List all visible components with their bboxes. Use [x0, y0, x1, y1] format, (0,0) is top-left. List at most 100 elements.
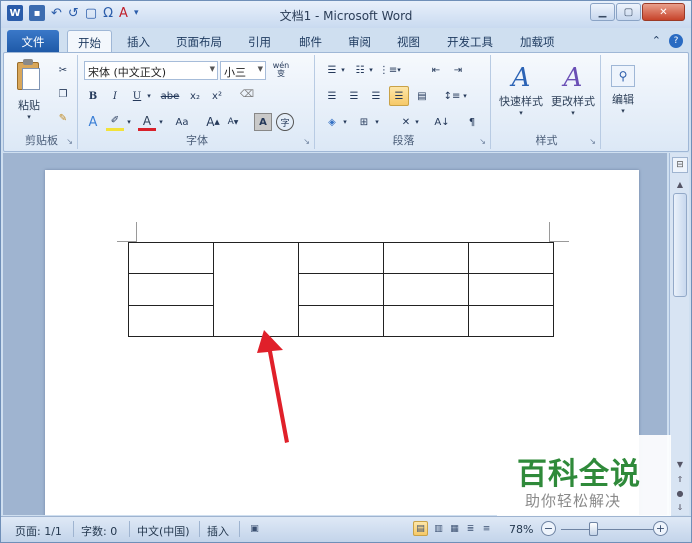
tab-home[interactable]: 开始 [67, 30, 112, 52]
highlight-icon[interactable]: ✐ [106, 113, 124, 131]
tab-page-layout[interactable]: 页面布局 [166, 30, 232, 52]
editing-button[interactable]: ⚲ 编辑 ▾ [607, 57, 639, 123]
clipboard-launcher-icon[interactable]: ↘ [66, 137, 73, 146]
tab-developer[interactable]: 开发工具 [437, 30, 503, 52]
status-words[interactable]: 字数: 0 [81, 523, 117, 539]
scroll-thumb[interactable] [673, 193, 687, 297]
grow-font-button[interactable]: A ▲ [204, 113, 222, 131]
macro-record-icon[interactable]: ▣ [247, 521, 262, 536]
font-name-value: 宋体 (中文正文) [88, 66, 167, 79]
previous-page-icon[interactable]: ⇑ [673, 473, 687, 485]
line-spacing-dropdown-icon[interactable]: ▾ [461, 87, 469, 105]
justify-icon[interactable]: ☰ [389, 86, 409, 106]
bullets-dropdown-icon[interactable]: ▾ [339, 61, 347, 79]
show-marks-icon[interactable]: ¶ [463, 113, 481, 131]
chinese-layout-dropdown-icon[interactable]: ▾ [413, 113, 421, 131]
minimize-button[interactable]: ▁ [590, 3, 615, 21]
font-name-combo[interactable]: 宋体 (中文正文) ▼ [84, 61, 218, 80]
italic-button[interactable]: I [106, 87, 124, 105]
zoom-slider-track[interactable] [561, 529, 653, 530]
zoom-slider-thumb[interactable] [589, 522, 598, 536]
multilevel-dropdown-icon[interactable]: ▾ [395, 61, 403, 79]
scroll-up-icon[interactable]: ▲ [673, 177, 687, 191]
status-language[interactable]: 中文(中国) [137, 523, 190, 539]
change-styles-label: 更改样式 [551, 95, 595, 108]
tab-references[interactable]: 引用 [238, 30, 281, 52]
status-page[interactable]: 页面: 1/1 [15, 523, 62, 539]
web-layout-icon[interactable]: ▦ [447, 521, 462, 536]
next-page-icon[interactable]: ⇓ [673, 501, 687, 513]
subscript-button[interactable]: x₂ [186, 87, 204, 105]
borders-dropdown-icon[interactable]: ▾ [373, 113, 381, 131]
help-icon[interactable]: ? [669, 34, 683, 48]
tab-addins[interactable]: 加载项 [510, 30, 565, 52]
numbering-dropdown-icon[interactable]: ▾ [367, 61, 375, 79]
status-separator [73, 521, 74, 537]
ribbon-tabs: 文件 开始 插入 页面布局 引用 邮件 审阅 视图 开发工具 加载项 ⌃ ? [1, 28, 691, 52]
tab-view[interactable]: 视图 [387, 30, 430, 52]
paste-button[interactable]: 粘贴 ▾ [12, 59, 46, 121]
browse-object-icon[interactable]: ● [673, 487, 687, 499]
tab-file[interactable]: 文件 [7, 30, 59, 52]
status-separator [199, 521, 200, 537]
sort-icon[interactable]: A↓ [433, 113, 451, 131]
text-effects-icon[interactable]: A [84, 113, 102, 131]
borders-icon[interactable]: ⊞ [355, 113, 373, 131]
shading-icon[interactable]: ◈ [323, 113, 341, 131]
paste-label: 粘贴 [18, 99, 40, 112]
shrink-font-button[interactable]: A ▼ [224, 113, 242, 131]
change-styles-button[interactable]: A 更改样式 ▾ [547, 57, 599, 123]
strikethrough-button[interactable]: abe [158, 87, 182, 105]
clear-formatting-icon[interactable]: ⌫ [236, 85, 258, 103]
print-layout-view-icon[interactable]: ▤ [413, 521, 428, 536]
superscript-button[interactable]: x² [208, 87, 226, 105]
align-right-icon[interactable]: ☰ [367, 87, 385, 105]
font-color-dropdown-icon[interactable]: ▾ [156, 113, 166, 131]
styles-group-label: 样式 [535, 134, 558, 147]
enclose-characters-button[interactable]: 字 [276, 113, 294, 131]
grow-font-label: A [206, 115, 215, 129]
close-button[interactable]: ✕ [642, 3, 685, 21]
increase-indent-icon[interactable]: ⇥ [449, 61, 467, 79]
status-insert-mode[interactable]: 插入 [207, 523, 229, 539]
zoom-out-icon[interactable]: − [541, 521, 556, 536]
outline-view-icon[interactable]: ≣ [463, 521, 478, 536]
distributed-icon[interactable]: ▤ [413, 87, 431, 105]
draft-view-icon[interactable]: ≡ [479, 521, 494, 536]
paragraph-launcher-icon[interactable]: ↘ [479, 137, 486, 146]
tab-mailings[interactable]: 邮件 [289, 30, 332, 52]
decrease-indent-icon[interactable]: ⇤ [427, 61, 445, 79]
view-ruler-icon[interactable]: ⊟ [672, 157, 688, 173]
styles-launcher-icon[interactable]: ↘ [589, 137, 596, 146]
format-painter-icon[interactable]: ✎ [54, 109, 72, 127]
underline-dropdown-icon[interactable]: ▾ [144, 87, 154, 105]
font-size-combo[interactable]: 小三 ▼ [220, 61, 266, 80]
zoom-in-icon[interactable]: + [653, 521, 668, 536]
font-color-button[interactable]: A [138, 113, 156, 131]
phonetic-guide-icon[interactable]: wén 变 [270, 61, 292, 79]
shading-dropdown-icon[interactable]: ▾ [341, 113, 349, 131]
paste-icon [14, 59, 44, 91]
binoculars-icon: ⚲ [611, 65, 635, 87]
copy-icon[interactable]: ❐ [54, 85, 72, 103]
minimize-ribbon-icon[interactable]: ⌃ [652, 34, 661, 48]
vertical-scrollbar[interactable]: ⊟ ▲ ▼ ⇑ ● ⇓ [669, 153, 689, 515]
align-center-icon[interactable]: ☰ [345, 87, 363, 105]
bold-button[interactable]: B [84, 87, 102, 105]
character-shading-button[interactable]: A [254, 113, 272, 131]
full-screen-reading-icon[interactable]: ▥ [431, 521, 446, 536]
highlight-dropdown-icon[interactable]: ▾ [124, 113, 134, 131]
zoom-level[interactable]: 78% [509, 523, 533, 536]
quick-styles-button[interactable]: A 快速样式 ▾ [495, 57, 547, 123]
tab-insert[interactable]: 插入 [117, 30, 160, 52]
maximize-button[interactable]: ▢ [616, 3, 641, 21]
change-case-button[interactable]: Aa [170, 113, 194, 131]
quick-styles-icon: A [511, 63, 531, 93]
cut-icon[interactable]: ✂ [54, 61, 72, 79]
align-left-icon[interactable]: ☰ [323, 87, 341, 105]
font-launcher-icon[interactable]: ↘ [303, 137, 310, 146]
tab-review[interactable]: 审阅 [338, 30, 381, 52]
title-bar: W ▪ ↶ ↺ ▢ Ω A ▾ 文档1 - Microsoft Word ▁ ▢… [1, 1, 691, 28]
line-spacing-icon[interactable]: ↕≡ [443, 87, 461, 105]
scroll-down-icon[interactable]: ▼ [673, 457, 687, 471]
